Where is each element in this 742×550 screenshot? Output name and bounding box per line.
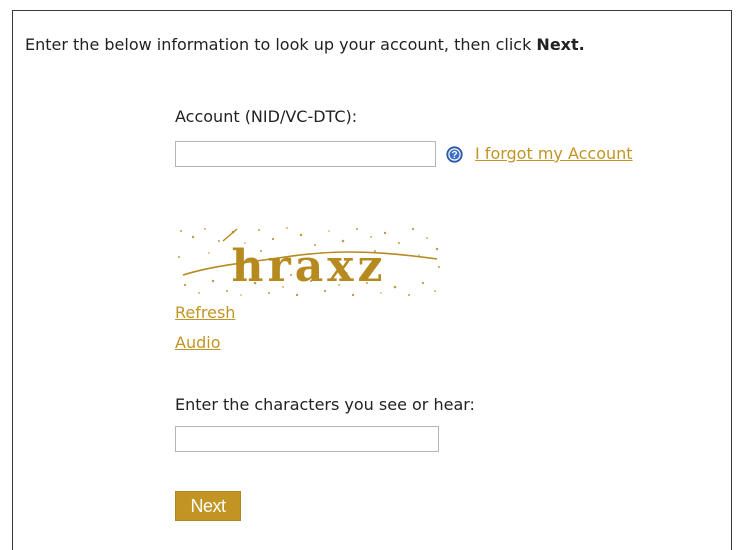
forgot-account-link[interactable]: I forgot my Account <box>475 144 633 163</box>
captcha-image: hraxz <box>175 223 443 299</box>
svg-text:?: ? <box>451 150 457 161</box>
captcha-text: hraxz <box>232 241 387 292</box>
lookup-panel: Enter the below information to look up y… <box>12 10 732 550</box>
characters-label: Enter the characters you see or hear: <box>175 395 475 414</box>
intro-text-next: Next. <box>536 35 585 54</box>
account-input[interactable] <box>175 141 436 167</box>
captcha-refresh-link[interactable]: Refresh <box>175 303 235 322</box>
next-button[interactable]: Next <box>175 491 241 521</box>
intro-text-main: Enter the below information to look up y… <box>25 35 537 54</box>
captcha-audio-link[interactable]: Audio <box>175 333 220 352</box>
intro-text: Enter the below information to look up y… <box>25 35 585 54</box>
characters-input[interactable] <box>175 426 439 452</box>
account-label: Account (NID/VC-DTC): <box>175 107 358 126</box>
question-circle-icon[interactable]: ? <box>446 146 463 163</box>
